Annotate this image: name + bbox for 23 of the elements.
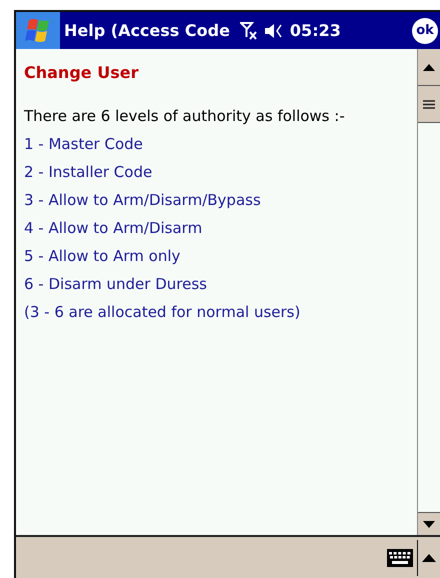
note-text: (3 - 6 are allocated for normal users) xyxy=(24,302,302,323)
keyboard-icon[interactable] xyxy=(387,548,413,566)
help-heading: Change User xyxy=(24,63,140,82)
ok-button[interactable]: ok xyxy=(412,18,438,44)
signal-icon[interactable] xyxy=(240,20,258,40)
start-button[interactable] xyxy=(16,12,60,49)
authority-level: 4 - Allow to Arm/Disarm xyxy=(24,218,204,239)
up-arrow-icon xyxy=(423,64,435,70)
authority-level: 1 - Master Code xyxy=(24,134,144,155)
authority-level: 6 - Disarm under Duress xyxy=(24,274,208,295)
grip-icon xyxy=(423,100,435,108)
authority-level: 2 - Installer Code xyxy=(24,162,154,183)
speaker-icon[interactable] xyxy=(264,22,284,40)
window-title: Help (Access Code xyxy=(64,21,230,40)
intro-text: There are 6 levels of authority as follows :- xyxy=(24,106,346,127)
authority-level: 5 - Allow to Arm only xyxy=(24,246,182,267)
scroll-down-button[interactable] xyxy=(418,512,440,535)
scroll-thumb[interactable] xyxy=(418,86,440,123)
scroll-up-button[interactable] xyxy=(418,49,440,86)
authority-level: 3 - Allow to Arm/Disarm/Bypass xyxy=(24,190,262,211)
up-arrow-icon[interactable] xyxy=(422,554,436,562)
down-arrow-icon xyxy=(423,520,435,528)
clock-time[interactable]: 05:23 xyxy=(290,21,341,40)
